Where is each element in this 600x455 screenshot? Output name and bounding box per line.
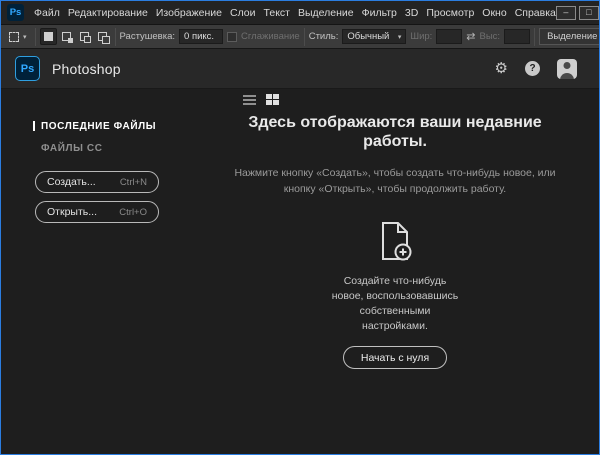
feather-input[interactable]: 0 пикс. <box>179 29 223 44</box>
app-name: Photoshop <box>52 61 121 77</box>
grid-view-icon[interactable] <box>266 94 279 105</box>
antialias-checkbox[interactable] <box>227 32 237 42</box>
menu-view[interactable]: Просмотр <box>426 7 474 19</box>
menu-filter[interactable]: Фильтр <box>362 7 397 19</box>
separator <box>534 28 535 46</box>
app-logo-icon: Ps <box>7 4 24 21</box>
menu-3d[interactable]: 3D <box>405 7 418 19</box>
selection-mode-group <box>40 28 111 45</box>
style-select[interactable]: Обычный ▾ <box>342 29 406 44</box>
sidebar-buttons: Создать... Ctrl+N Открыть... Ctrl+O <box>1 171 191 223</box>
menu-type[interactable]: Текст <box>264 7 290 19</box>
style-label: Стиль: <box>309 31 339 42</box>
active-item-marker <box>33 121 35 131</box>
sidebar: ПОСЛЕДНИЕ ФАЙЛЫ ФАЙЛЫ CC Создать... Ctrl… <box>1 89 191 454</box>
photoshop-window: Ps Файл Редактирование Изображение Слои … <box>0 0 600 455</box>
options-bar: ▾ Растушевка: 0 пикс. Сглаживание Стиль:… <box>1 25 599 49</box>
antialias-label: Сглаживание <box>241 31 300 42</box>
help-icon[interactable]: ? <box>525 61 540 76</box>
subtract-from-selection-button[interactable] <box>76 28 93 45</box>
page-title: Здесь отображаются ваши недавние работы. <box>223 113 568 151</box>
empty-state-text: Создайте что-нибудь новое, воспользовавш… <box>328 274 463 334</box>
titlebar: Ps Файл Редактирование Изображение Слои … <box>1 1 599 25</box>
home-body: ПОСЛЕДНИЕ ФАЙЛЫ ФАЙЛЫ CC Создать... Ctrl… <box>1 89 599 454</box>
new-file-button-label: Создать... <box>47 176 96 188</box>
new-file-button[interactable]: Создать... Ctrl+N <box>35 171 159 193</box>
avatar[interactable] <box>557 59 577 79</box>
view-toggles <box>243 94 279 105</box>
style-select-value: Обычный <box>347 31 389 42</box>
tool-preset-dropdown[interactable]: ▾ <box>5 27 31 47</box>
sidebar-item-label: ПОСЛЕДНИЕ ФАЙЛЫ <box>41 121 156 132</box>
sidebar-item-recent-files[interactable]: ПОСЛЕДНИЕ ФАЙЛЫ <box>1 115 191 137</box>
start-from-scratch-button[interactable]: Начать с нуля <box>343 346 447 369</box>
menu-image[interactable]: Изображение <box>156 7 222 19</box>
avatar-shoulders <box>560 73 574 79</box>
home-header: Ps Photoshop ⚙ ? <box>1 49 599 89</box>
open-file-button-label: Открыть... <box>47 206 97 218</box>
open-file-button[interactable]: Открыть... Ctrl+O <box>35 201 159 223</box>
menu-bar: Файл Редактирование Изображение Слои Тек… <box>34 7 556 19</box>
separator <box>35 28 36 46</box>
new-file-shortcut: Ctrl+N <box>120 177 147 188</box>
feather-label: Растушевка: <box>120 31 176 42</box>
menu-layers[interactable]: Слои <box>230 7 256 19</box>
marquee-tool-icon <box>9 32 19 42</box>
separator <box>115 28 116 46</box>
height-input[interactable] <box>504 29 530 44</box>
sidebar-item-cc-files[interactable]: ФАЙЛЫ CC <box>1 137 191 159</box>
width-input[interactable] <box>436 29 462 44</box>
open-file-shortcut: Ctrl+O <box>119 207 147 218</box>
photoshop-logo: Ps <box>15 56 40 81</box>
new-selection-button[interactable] <box>40 28 57 45</box>
minimize-button[interactable]: – <box>556 6 576 20</box>
sidebar-item-label: ФАЙЛЫ CC <box>41 143 103 154</box>
swap-dimensions-icon[interactable]: ⇄ <box>466 30 475 43</box>
width-label: Шир: <box>410 31 432 42</box>
height-label: Выс: <box>480 31 501 42</box>
window-controls: – □ × <box>556 6 600 20</box>
chevron-down-icon: ▾ <box>398 33 402 41</box>
select-and-mask-button[interactable]: Выделение и маска... <box>539 28 599 45</box>
menu-file[interactable]: Файл <box>34 7 60 19</box>
intersect-selection-button[interactable] <box>94 28 111 45</box>
avatar-head <box>564 62 571 69</box>
maximize-button[interactable]: □ <box>579 6 599 20</box>
start-screen-content: Здесь отображаются ваши недавние работы.… <box>191 89 599 454</box>
menu-help[interactable]: Справка <box>515 7 556 19</box>
page-subtitle: Нажмите кнопку «Создать», чтобы создать … <box>223 165 568 197</box>
chevron-down-icon: ▾ <box>23 33 27 41</box>
header-icons: ⚙ ? <box>495 59 585 79</box>
separator <box>304 28 305 46</box>
settings-gear-icon[interactable]: ⚙ <box>495 61 508 76</box>
menu-select[interactable]: Выделение <box>298 7 354 19</box>
list-view-icon[interactable] <box>243 95 256 105</box>
menu-edit[interactable]: Редактирование <box>68 7 148 19</box>
add-to-selection-button[interactable] <box>58 28 75 45</box>
new-document-icon <box>191 221 599 266</box>
menu-window[interactable]: Окно <box>482 7 506 19</box>
